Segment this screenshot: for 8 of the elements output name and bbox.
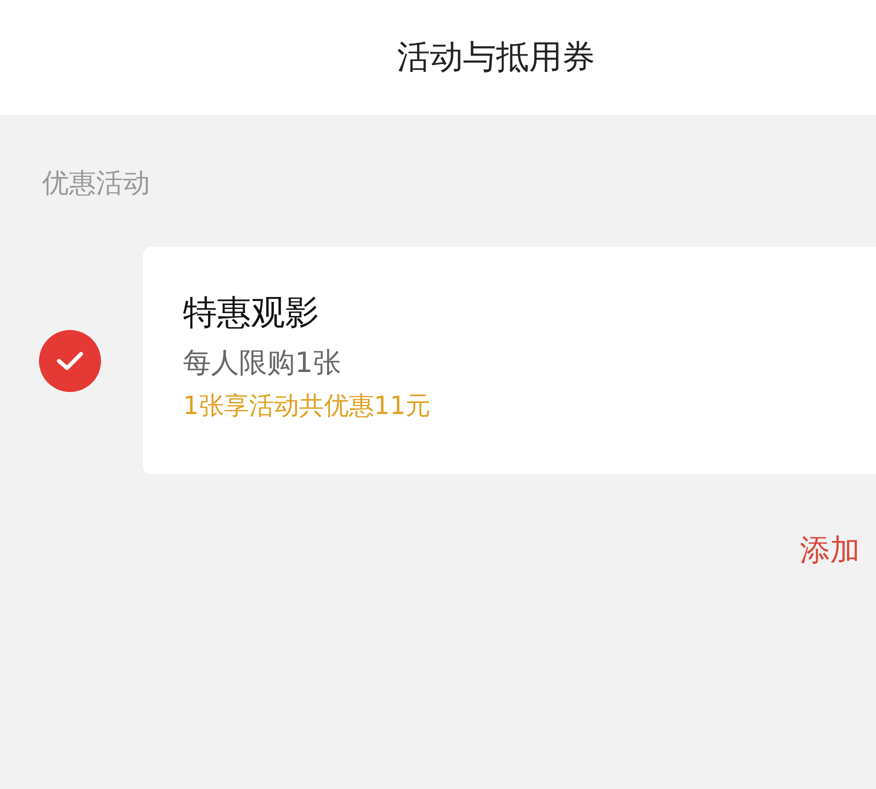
discount-text: 1张享活动共优惠11元 xyxy=(183,390,431,422)
section-label: 优惠活动 xyxy=(42,167,150,201)
activity-title: 特惠观影 xyxy=(183,292,319,335)
page-title: 活动与抵用券 xyxy=(397,36,595,78)
add-link[interactable]: 添加 xyxy=(800,530,860,571)
checkmark-icon xyxy=(56,350,84,372)
activity-card[interactable]: 特惠观影 每人限购1张 1张享活动共优惠11元 xyxy=(143,247,876,474)
purchase-limit: 每人限购1张 xyxy=(183,345,341,381)
